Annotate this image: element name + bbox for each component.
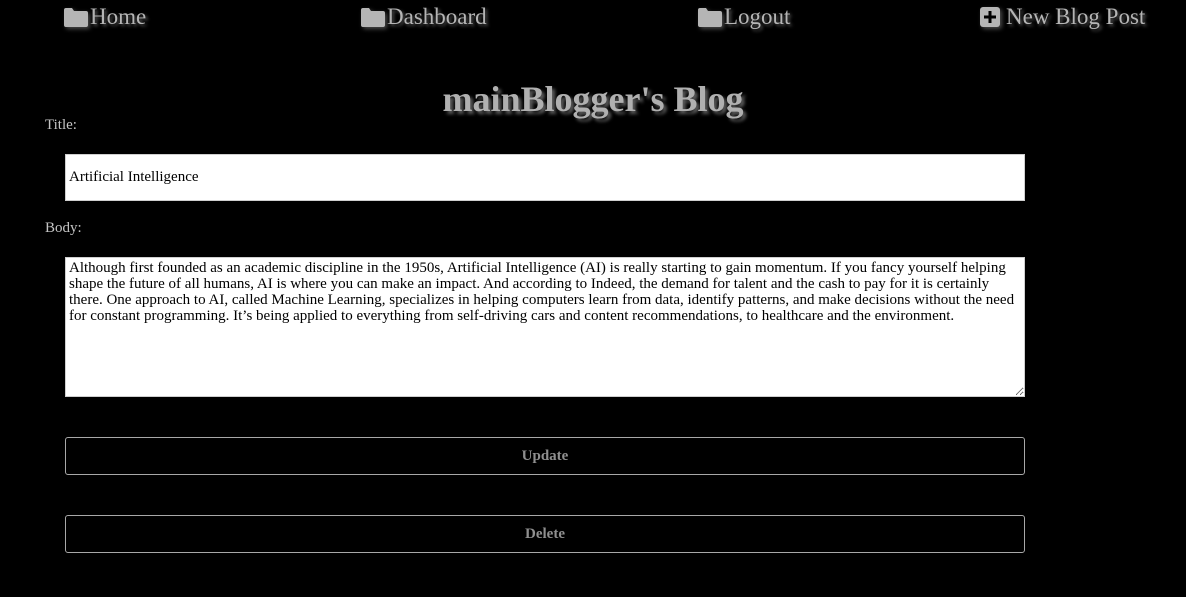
update-button[interactable]: Update [65, 437, 1025, 475]
nav-new-blog-post-link[interactable]: New Blog Post [979, 4, 1145, 30]
plus-square-icon [979, 6, 1005, 28]
nav-logout-link[interactable]: Logout [697, 4, 790, 30]
nav-dashboard-link[interactable]: Dashboard [360, 4, 487, 30]
page: Home Dashboard Logout New Blog Post main… [0, 0, 1186, 597]
nav-home-label: Home [90, 4, 147, 29]
nav-dashboard-label: Dashboard [387, 4, 487, 29]
folder-icon [697, 6, 723, 28]
folder-icon [63, 6, 89, 28]
folder-icon [360, 6, 386, 28]
nav-home-link[interactable]: Home [63, 4, 146, 30]
title-label: Title: [45, 117, 77, 133]
nav-new-blog-post-label: New Blog Post [1006, 4, 1146, 29]
delete-button[interactable]: Delete [65, 515, 1025, 553]
body-textarea[interactable]: Although first founded as an academic di… [65, 257, 1025, 397]
title-input[interactable] [65, 154, 1025, 201]
blog-title: mainBlogger's Blog [442, 79, 744, 119]
body-label: Body: [45, 220, 82, 236]
nav-logout-label: Logout [724, 4, 791, 29]
